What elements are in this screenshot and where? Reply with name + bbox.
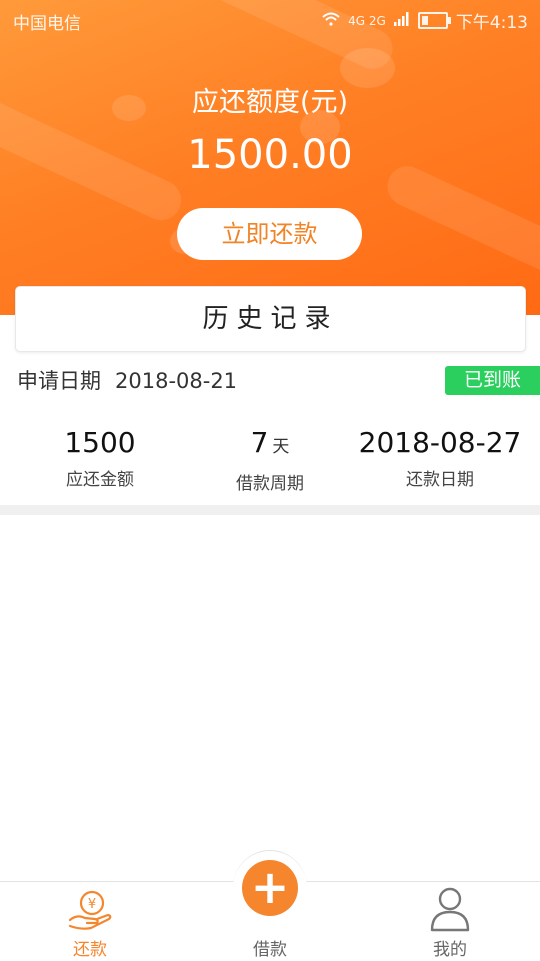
stat-due-date: 2018-08-27 还款日期: [355, 425, 525, 490]
borrow-plus-button[interactable]: +: [233, 850, 307, 925]
stat-unit: 天: [272, 437, 290, 457]
network-type-label: 4G 2G: [348, 13, 386, 28]
signal-bars-icon: [393, 11, 410, 31]
status-bar: 中国电信 4G 2G 下午4:13: [0, 0, 540, 38]
due-amount-label: 应还额度(元): [191, 87, 349, 118]
record-stats: 1500 应还金额 7天 借款周期 2018-08-27 还款日期: [0, 425, 540, 495]
apply-date-label: 申请日期: [17, 369, 101, 393]
tab-label: 借款: [253, 940, 287, 960]
due-amount-value: 1500.00: [187, 132, 353, 178]
repay-now-button[interactable]: 立即还款: [177, 208, 362, 260]
stat-value: 1500: [64, 426, 136, 459]
status-badge: 已到账: [445, 366, 540, 395]
svg-text:¥: ¥: [88, 897, 96, 912]
section-divider: [0, 505, 540, 515]
stat-value: 2018-08-27: [358, 426, 522, 459]
repay-hand-yen-icon: ¥: [67, 888, 115, 936]
stat-label: 应还金额: [66, 470, 134, 490]
tab-label: 我的: [433, 940, 467, 960]
battery-icon: [417, 12, 451, 29]
user-icon: [428, 885, 472, 937]
stat-period: 7天 借款周期: [185, 425, 355, 494]
wifi-icon: [322, 12, 340, 29]
carrier-name: 中国电信: [13, 14, 81, 34]
stat-amount: 1500 应还金额: [15, 425, 185, 490]
stat-value: 7: [250, 426, 269, 459]
apply-date-row: 申请日期 2018-08-21: [17, 365, 251, 395]
apply-date-value: 2018-08-21: [115, 369, 238, 393]
stat-label: 还款日期: [406, 470, 474, 490]
plus-icon: +: [242, 860, 298, 916]
clock: 下午4:13: [455, 13, 528, 33]
history-records-header: 历史记录: [15, 286, 526, 352]
tab-label: 还款: [73, 940, 107, 960]
header-banner: 中国电信 4G 2G 下午4:13 应还额度(元) 1500.00 立即还款: [0, 0, 540, 315]
stat-label: 借款周期: [236, 474, 304, 494]
